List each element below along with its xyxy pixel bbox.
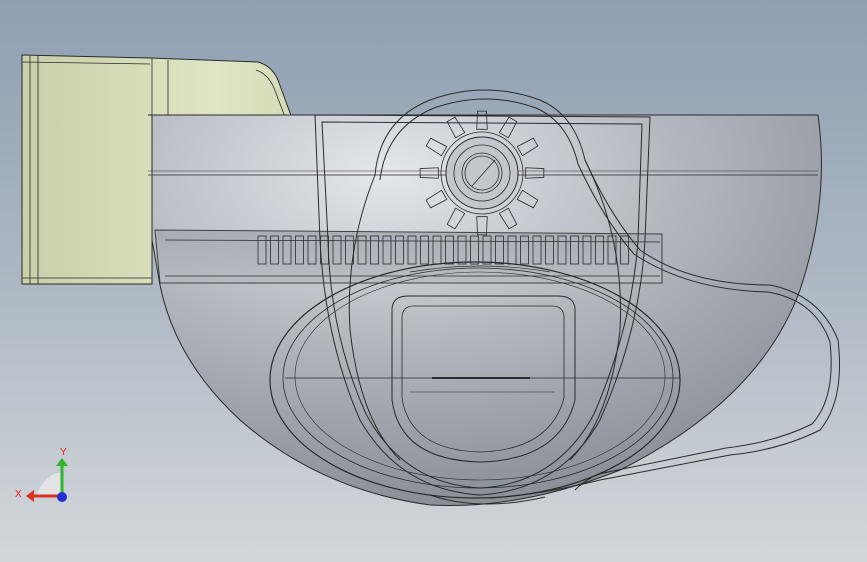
- y-axis-label: Y: [60, 447, 67, 458]
- cad-graphics-viewport[interactable]: Y X: [0, 0, 867, 562]
- x-axis-label: X: [15, 489, 22, 500]
- coordinate-triad: Y X: [15, 447, 68, 502]
- model-view[interactable]: Y X: [0, 0, 867, 562]
